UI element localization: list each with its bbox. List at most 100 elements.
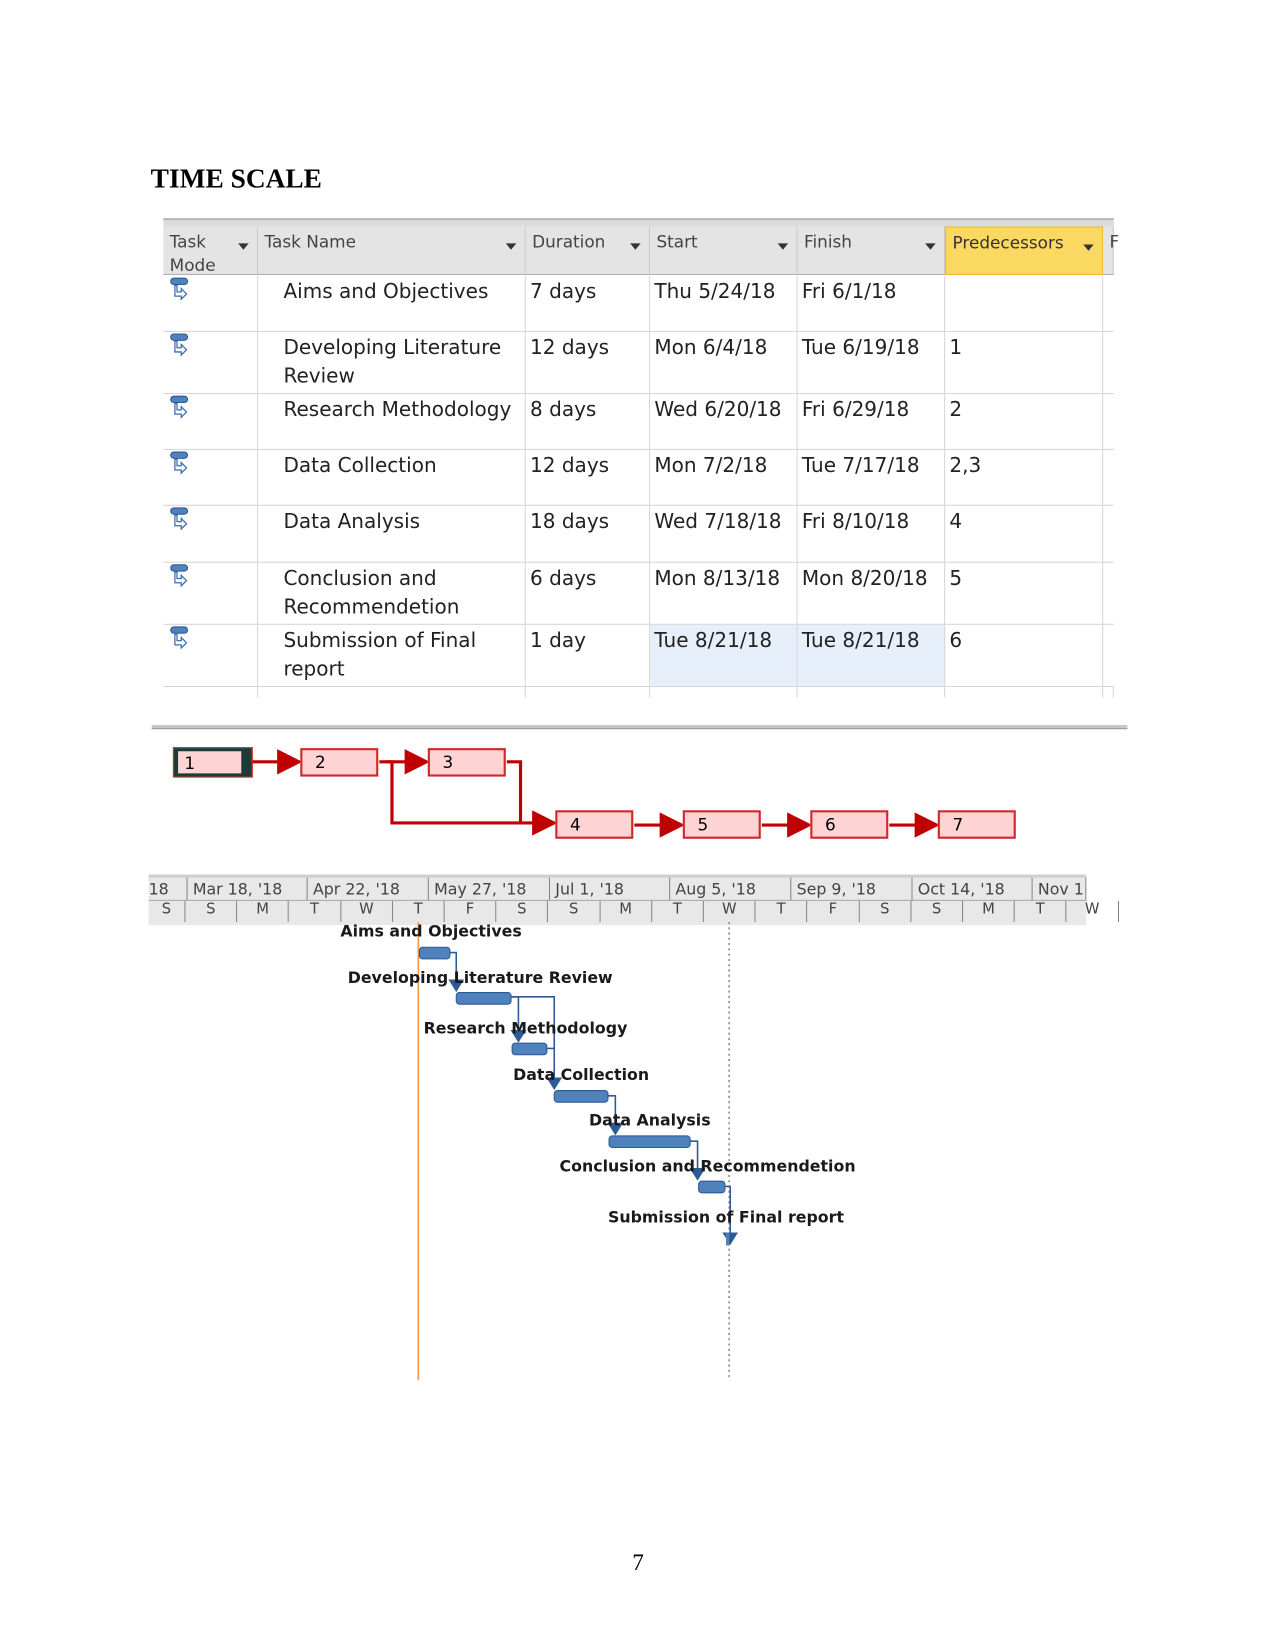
column-header-predecessors[interactable]: Predecessors: [945, 226, 1104, 276]
table-cell-finish[interactable]: Tue 6/19/18: [797, 331, 946, 395]
column-header-finish[interactable]: Finish: [797, 226, 946, 276]
column-label: Finish: [803, 231, 852, 252]
dropdown-arrow-icon[interactable]: [925, 243, 936, 250]
table-cell-duration[interactable]: 18 days: [525, 505, 651, 563]
auto-scheduled-task-icon: [170, 277, 189, 301]
auto-scheduled-task-icon: [170, 626, 189, 650]
gantt-bar[interactable]: [725, 1232, 730, 1246]
page-heading: TIME SCALE: [150, 163, 322, 194]
table-cell-predecessors[interactable]: [945, 276, 1104, 332]
table-cell-start[interactable]: Mon 6/4/18: [650, 331, 798, 395]
task-mode-cell[interactable]: [163, 276, 259, 332]
table-cell-predecessors[interactable]: 1: [945, 331, 1104, 395]
table-cell-predecessors[interactable]: 5: [945, 562, 1104, 625]
table-cell-duration[interactable]: 12 days: [525, 449, 651, 506]
network-node-3[interactable]: 3: [427, 748, 506, 777]
table-cell-finish[interactable]: Tue 8/21/18: [797, 624, 946, 688]
column-header-start[interactable]: Start: [650, 226, 798, 276]
gantt-bar[interactable]: [455, 992, 512, 1005]
gantt-bar-label: Data Analysis: [589, 1110, 711, 1130]
table-cell-extra[interactable]: [1103, 332, 1114, 395]
timescale-minor-label: S: [911, 900, 964, 922]
auto-scheduled-task-icon: [170, 451, 189, 475]
table-cell-predecessors[interactable]: 6: [945, 624, 1104, 688]
table-cell-finish[interactable]: Tue 7/17/18: [797, 449, 946, 506]
table-cell-duration[interactable]: 1 day: [525, 624, 651, 688]
timescale-minor-label: F: [445, 900, 497, 922]
task-mode-cell[interactable]: [163, 394, 259, 450]
table-cell-start[interactable]: Thu 5/24/18: [650, 276, 798, 332]
timescale-minor-label: M: [600, 900, 653, 922]
column-header-task-name[interactable]: Task Name: [258, 226, 526, 276]
table-cell-name[interactable]: Submission of Final report: [258, 624, 526, 688]
table-cell-start[interactable]: Mon 8/13/18: [650, 562, 798, 625]
gantt-bar-label: Aims and Objectives: [340, 921, 522, 941]
gantt-bar[interactable]: [608, 1135, 691, 1149]
task-mode-cell[interactable]: [163, 562, 259, 625]
table-cell-predecessors[interactable]: 2: [945, 394, 1104, 450]
column-header-f[interactable]: F: [1103, 226, 1119, 276]
table-cell-duration[interactable]: 7 days: [525, 276, 651, 332]
table-cell-duration[interactable]: 6 days: [525, 562, 651, 625]
gantt-chart: [417, 921, 739, 1381]
network-node-4[interactable]: 4: [555, 810, 634, 839]
column-label: Predecessors: [952, 232, 1064, 253]
table-cell-finish[interactable]: Fri 6/29/18: [797, 394, 946, 450]
task-mode-cell[interactable]: [163, 505, 259, 563]
timescale-minor-label: T: [756, 900, 808, 922]
table-cell-finish[interactable]: Mon 8/20/18: [797, 562, 946, 625]
task-mode-cell[interactable]: [163, 331, 259, 395]
table-cell-extra[interactable]: [1103, 276, 1114, 332]
network-node-1[interactable]: 1: [173, 748, 252, 777]
gantt-bar-label: Submission of Final report: [607, 1207, 844, 1227]
gantt-bar[interactable]: [511, 1042, 548, 1056]
gantt-bar[interactable]: [698, 1180, 726, 1194]
dropdown-arrow-icon[interactable]: [777, 243, 789, 250]
dropdown-arrow-icon[interactable]: [1083, 244, 1094, 251]
table-cell-duration[interactable]: 12 days: [525, 331, 651, 395]
timescale-major-label: 18: [148, 877, 188, 901]
table-cell-extra[interactable]: [1103, 506, 1114, 563]
table-cell-start[interactable]: Tue 8/21/18: [650, 624, 798, 688]
table-cell-name[interactable]: Conclusion and Recommendetion: [258, 562, 526, 625]
column-header-duration[interactable]: Duration: [525, 226, 651, 276]
table-cell-extra[interactable]: [1103, 450, 1114, 506]
table-cell-extra[interactable]: [1103, 625, 1114, 688]
table-cell-start[interactable]: Wed 6/20/18: [650, 394, 798, 450]
column-header-task-mode[interactable]: Task Mode: [163, 226, 259, 276]
auto-scheduled-task-icon: [170, 333, 189, 357]
task-table: Task Mode Task Name Duration Start Finish Pre…: [163, 218, 1119, 698]
table-cell-finish[interactable]: Fri 8/10/18: [797, 505, 946, 563]
task-mode-cell[interactable]: [163, 624, 259, 688]
table-cell-duration[interactable]: 8 days: [525, 394, 651, 450]
column-label: Task Name: [264, 231, 356, 252]
table-cell-start[interactable]: Mon 7/2/18: [650, 449, 798, 506]
gantt-bar[interactable]: [553, 1090, 609, 1103]
timescale-minor-label: S: [548, 900, 601, 922]
table-cell-name[interactable]: Aims and Objectives: [258, 276, 526, 332]
table-cell-name[interactable]: Data Analysis: [258, 505, 526, 563]
table-cell-predecessors[interactable]: 4: [945, 505, 1104, 563]
table-cell-extra[interactable]: [1103, 394, 1114, 450]
table-cell-start[interactable]: Wed 7/18/18: [650, 505, 798, 563]
table-cell-extra[interactable]: [1103, 563, 1114, 625]
task-mode-cell[interactable]: [163, 449, 259, 506]
gantt-bar[interactable]: [418, 946, 451, 960]
network-node-7[interactable]: 7: [937, 810, 1016, 839]
timescale-major-label: Apr 22, '18: [307, 877, 429, 901]
table-cell-name[interactable]: Research Methodology: [258, 394, 526, 450]
dropdown-arrow-icon[interactable]: [630, 243, 641, 250]
empty-cell: [258, 687, 526, 698]
table-cell-finish[interactable]: Fri 6/1/18: [797, 276, 946, 332]
timescale-minor-label: T: [289, 900, 341, 922]
network-node-5[interactable]: 5: [682, 810, 761, 839]
table-cell-name[interactable]: Developing Literature Review: [258, 331, 526, 395]
network-node-6[interactable]: 6: [810, 810, 889, 839]
dropdown-arrow-icon[interactable]: [505, 243, 517, 250]
table-cell-predecessors[interactable]: 2,3: [945, 449, 1104, 506]
empty-cell: [1103, 687, 1114, 698]
network-node-2[interactable]: 2: [300, 748, 379, 777]
table-cell-name[interactable]: Data Collection: [258, 449, 526, 506]
timescale-minor-label: T: [1015, 900, 1067, 922]
dropdown-arrow-icon[interactable]: [238, 243, 249, 250]
